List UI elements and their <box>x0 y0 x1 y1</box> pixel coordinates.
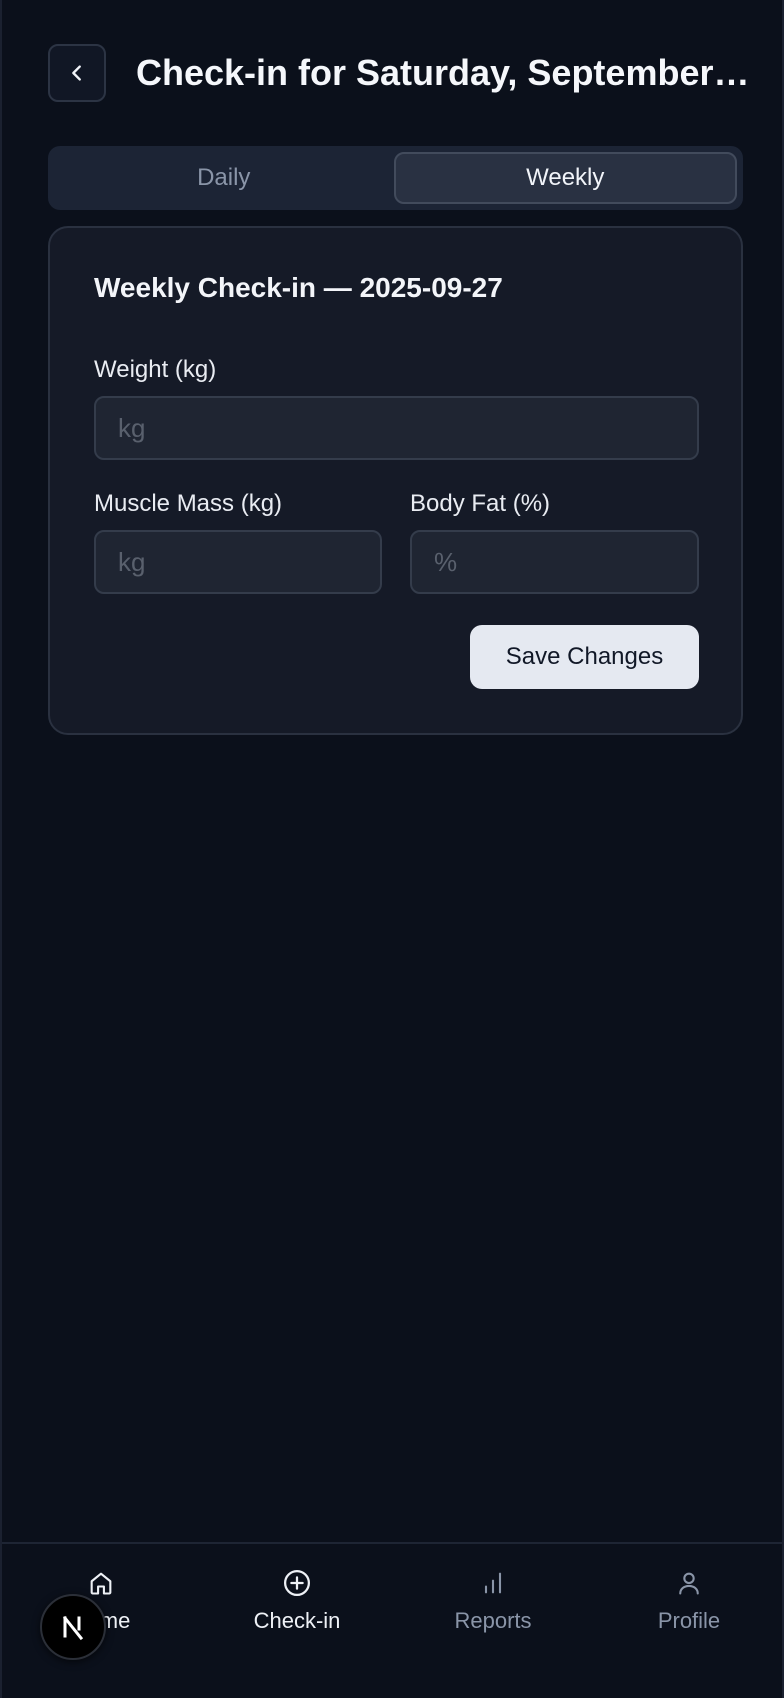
tab-daily[interactable]: Daily <box>54 152 394 204</box>
nextjs-dev-badge[interactable] <box>40 1594 106 1660</box>
back-button[interactable] <box>48 44 106 102</box>
body-fat-input[interactable] <box>410 530 699 594</box>
home-icon <box>86 1568 116 1598</box>
weekly-checkin-card: Weekly Check-in — 2025-09-27 Weight (kg)… <box>48 226 743 735</box>
muscle-mass-input[interactable] <box>94 530 382 594</box>
muscle-mass-label: Muscle Mass (kg) <box>94 490 283 517</box>
bottom-nav: Home Check-in Reports Profile <box>2 1542 782 1698</box>
page-header: Check-in for Saturday, September 27 <box>48 44 752 102</box>
tab-weekly[interactable]: Weekly <box>393 152 737 204</box>
nav-item-profile[interactable]: Profile <box>609 1568 769 1648</box>
plus-circle-icon <box>282 1568 312 1598</box>
nextjs-logo-icon <box>62 1615 84 1641</box>
weight-input[interactable] <box>94 396 699 460</box>
checkin-tabs: Daily Weekly <box>48 146 743 210</box>
body-fat-label: Body Fat (%) <box>410 490 551 517</box>
chevron-left-icon <box>72 65 81 81</box>
card-title: Weekly Check-in — 2025-09-27 <box>94 272 503 303</box>
user-icon <box>674 1568 704 1598</box>
save-changes-button[interactable]: Save Changes <box>470 625 699 689</box>
app-screen: Check-in for Saturday, September 27 Dail… <box>0 0 784 1698</box>
page-title: Check-in for Saturday, September 27 <box>136 52 752 93</box>
nav-label-checkin: Check-in <box>253 1608 341 1633</box>
nav-label-profile: Profile <box>657 1608 721 1633</box>
nav-item-checkin[interactable]: Check-in <box>217 1568 377 1648</box>
weight-label: Weight (kg) <box>94 356 217 383</box>
nav-label-reports: Reports <box>454 1608 532 1633</box>
bar-chart-icon <box>478 1568 508 1598</box>
nav-item-reports[interactable]: Reports <box>413 1568 573 1648</box>
